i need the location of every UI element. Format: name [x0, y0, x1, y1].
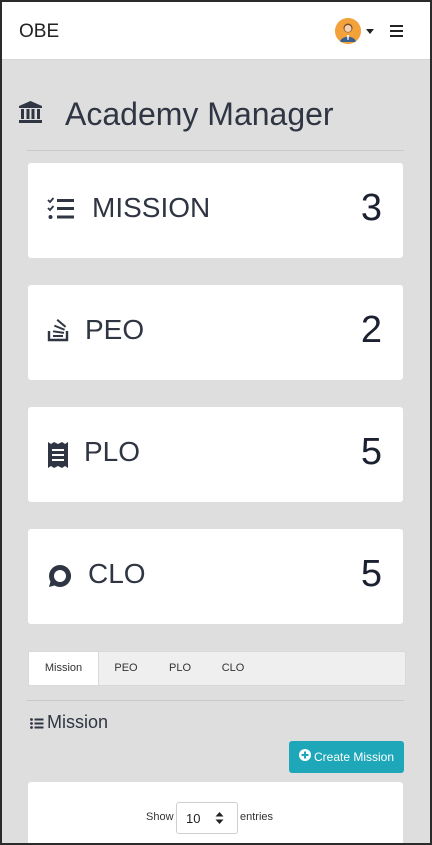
section-title: Mission	[30, 712, 108, 734]
sort-arrows-icon	[215, 811, 224, 830]
create-mission-label: Create Mission	[313, 750, 395, 764]
card-label: PLO	[84, 436, 141, 467]
card-label: PEO	[85, 314, 145, 345]
card-count: 5	[360, 431, 382, 473]
chevron-down-icon[interactable]	[366, 29, 374, 34]
university-icon	[18, 100, 43, 129]
card-count: 2	[360, 309, 382, 351]
app-frame: OBE Academy Manager MISSION 3 PEO 2 PLO …	[2, 2, 430, 843]
brand-logo[interactable]: OBE	[19, 21, 59, 43]
top-navbar: OBE	[2, 2, 430, 60]
clo-summary-card[interactable]: CLO 5	[28, 529, 403, 624]
hamburger-icon[interactable]	[390, 25, 403, 37]
peo-summary-card[interactable]: PEO 2	[28, 285, 403, 380]
receipt-icon	[47, 441, 69, 474]
mission-table-card: Show 10 entries	[28, 782, 403, 843]
chat-bubble-icon	[47, 563, 73, 594]
section-tabs: Mission PEO PLO CLO	[28, 651, 406, 686]
card-label: MISSION	[92, 192, 211, 223]
card-label: CLO	[88, 558, 146, 589]
page-title: Academy Manager	[65, 96, 334, 132]
entries-value: 10	[186, 811, 201, 826]
tab-mission[interactable]: Mission	[29, 652, 99, 685]
user-avatar-icon[interactable]	[335, 18, 361, 44]
entries-label: entries	[240, 811, 274, 823]
tab-peo[interactable]: PEO	[108, 652, 144, 685]
list-icon	[30, 713, 44, 734]
show-label: Show	[146, 811, 174, 823]
tab-plo[interactable]: PLO	[163, 652, 197, 685]
plus-circle-icon	[298, 741, 311, 773]
stack-icon	[47, 319, 71, 348]
divider	[27, 150, 404, 151]
tab-clo[interactable]: CLO	[216, 652, 250, 685]
section-title-text: Mission	[47, 712, 109, 732]
mission-summary-card[interactable]: MISSION 3	[28, 163, 403, 258]
card-count: 3	[360, 187, 382, 229]
plo-summary-card[interactable]: PLO 5	[28, 407, 403, 502]
divider	[27, 700, 404, 701]
entries-per-page-select[interactable]: 10	[176, 802, 238, 834]
card-count: 5	[360, 553, 382, 595]
page-header: Academy Manager	[18, 92, 408, 138]
create-mission-button[interactable]: Create Mission	[289, 741, 404, 773]
tasks-list-icon	[47, 197, 75, 226]
